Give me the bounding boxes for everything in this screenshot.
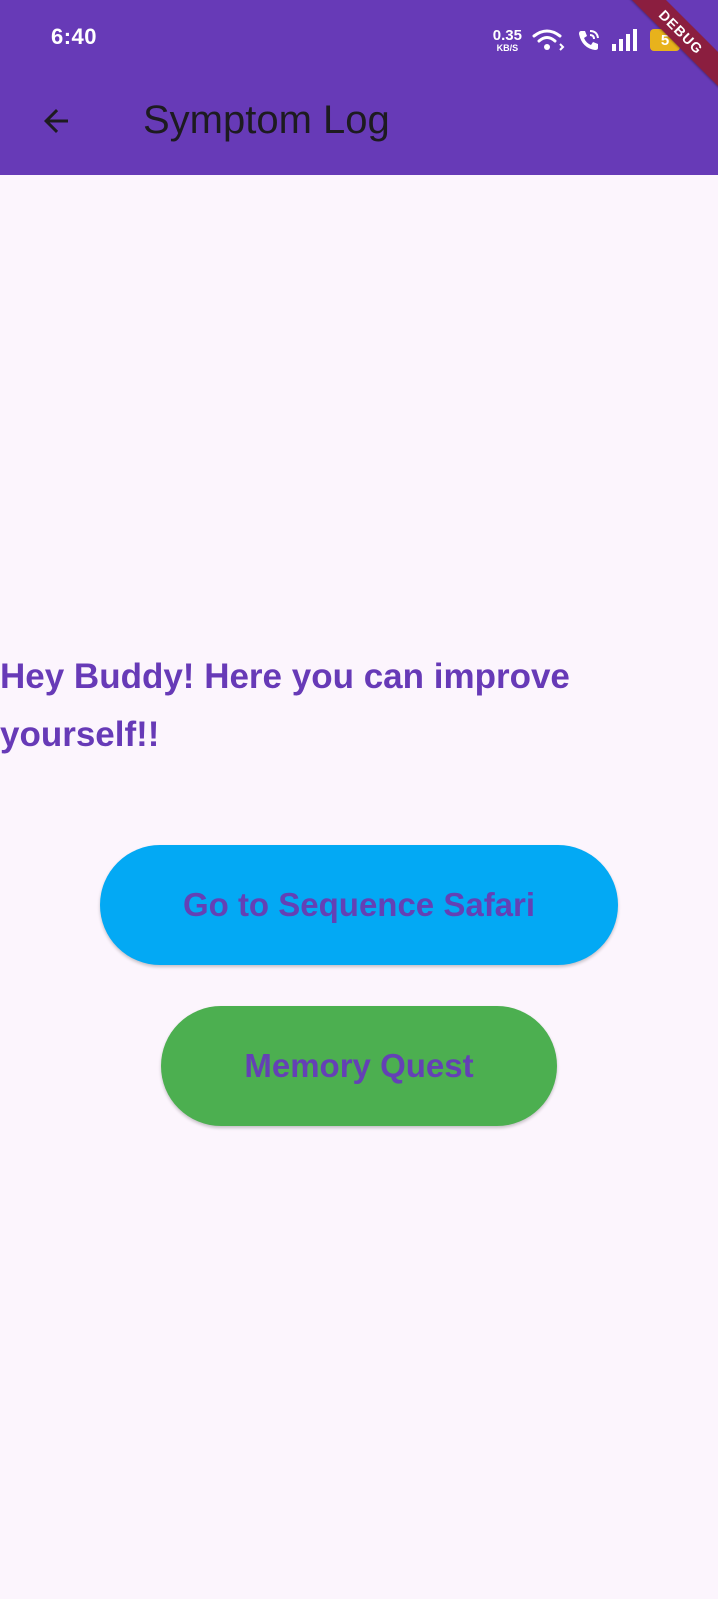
network-speed: 0.35 KB/S [493,28,522,53]
sequence-safari-button[interactable]: Go to Sequence Safari [100,845,618,965]
wifi-icon [532,29,565,51]
back-button[interactable] [28,93,84,149]
network-speed-value: 0.35 [492,26,522,44]
wifi-call-icon [579,30,599,50]
network-speed-unit: KB/S [496,42,519,53]
arrow-back-icon [44,109,68,133]
status-icons: 0.35 KB/S 5 [493,22,680,58]
memory-quest-button[interactable]: Memory Quest [161,1006,557,1126]
page-title: Symptom Log [143,98,390,142]
signal-icon [612,29,637,51]
status-time: 6:40 [51,24,98,49]
app-header: 6:40 0.35 KB/S 5 DEBUG Symptom Log [0,0,718,175]
welcome-headline: Hey Buddy! Here you can improve yourself… [0,657,570,754]
